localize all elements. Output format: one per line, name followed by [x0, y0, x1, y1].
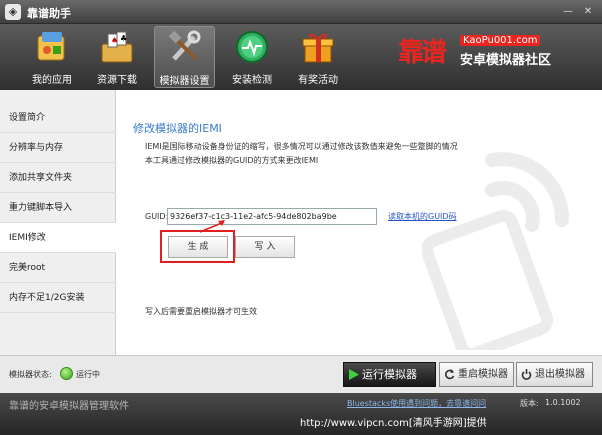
status-indicator-icon: [60, 367, 73, 380]
guid-label: GUID:: [145, 212, 169, 221]
sidebar-item-intro[interactable]: 设置简介: [0, 103, 116, 133]
restart-note: 写入后需要重启模拟器才可生效: [145, 307, 257, 316]
run-emulator-label: 运行模拟器: [362, 368, 417, 381]
page-heading: 修改模拟器的IEMI: [133, 122, 222, 135]
description-line: IEMI是国际移动设备身份证的缩写，很多情况可以通过修改该数值来避免一些蹩脚的情…: [145, 142, 458, 151]
install-check-icon: [236, 31, 268, 63]
version-value: 1.0.1002: [545, 398, 581, 407]
toolbar-label: 模拟器设置: [159, 76, 210, 87]
svg-text:♣: ♣: [120, 34, 127, 43]
sidebar-item-root[interactable]: 完美root: [0, 253, 116, 283]
sidebar-item-resolution[interactable]: 分辨率与内存: [0, 133, 116, 163]
my-apps-icon: [37, 32, 65, 61]
generate-button[interactable]: 生 成: [168, 236, 228, 258]
description-line: 本工具通过修改模拟器的GUID的方式来更改IEMI: [145, 156, 319, 165]
write-button[interactable]: 写 入: [235, 236, 295, 258]
footer: 靠谱的安卓模拟器管理软件 Bluestacks使用遇到问题，去靠谱问问 版本: …: [0, 393, 602, 435]
arrow-annotation-icon: [199, 220, 225, 233]
toolbar-label: 安装检测: [232, 75, 272, 86]
gift-icon: [302, 33, 334, 63]
footer-tagline: 靠谱的安卓模拟器管理软件: [9, 401, 129, 412]
play-icon: [349, 369, 359, 380]
emulator-status-value: 运行中: [76, 370, 100, 379]
site-watermark: http://www.vipcn.com[清风手游网]提供: [300, 418, 487, 429]
sidebar-item-shared-folder[interactable]: 添加共享文件夹: [0, 163, 116, 193]
version-label: 版本:: [520, 399, 539, 408]
quit-emulator-label: 退出模拟器: [535, 369, 585, 380]
read-guid-link[interactable]: 读取本机的GUID码: [388, 211, 457, 222]
run-emulator-button[interactable]: 运行模拟器: [343, 362, 436, 387]
toolbar-resource-download[interactable]: ♠ ♣ 资源下载: [87, 26, 147, 88]
toolbar-my-apps[interactable]: 我的应用: [22, 26, 82, 88]
help-link[interactable]: Bluestacks使用遇到问题，去靠谱问问: [347, 398, 486, 409]
description: IEMI是国际移动设备身份证的缩写，很多情况可以通过修改该数值来避免一些蹩脚的情…: [145, 140, 545, 168]
svg-text:♠: ♠: [111, 36, 118, 45]
quit-emulator-button[interactable]: 退出模拟器: [516, 362, 593, 387]
sidebar-item-iemi[interactable]: IEMI修改: [0, 223, 117, 253]
app-logo-icon: ◈: [5, 4, 21, 20]
resource-download-icon: ♠ ♣: [101, 31, 133, 63]
app-title: 靠谱助手: [27, 7, 71, 20]
brand-url: KaoPu001.com: [460, 35, 541, 46]
toolbar-rewards[interactable]: 有奖活动: [288, 26, 348, 88]
brand-subtitle: 安卓模拟器社区: [460, 53, 552, 68]
power-icon: [521, 369, 532, 380]
emulator-status-label: 模拟器状态:: [9, 370, 52, 379]
close-button[interactable]: ✕: [579, 4, 597, 20]
restart-icon: [445, 369, 455, 380]
toolbar-label: 资源下载: [97, 75, 137, 86]
toolbar-install-check[interactable]: 安装检测: [222, 26, 282, 88]
sidebar: 设置简介 分辨率与内存 添加共享文件夹 重力键脚本导入 IEMI修改 完美roo…: [0, 90, 117, 355]
sidebar-item-low-memory[interactable]: 内存不足1/2G安装: [0, 283, 116, 313]
content-panel: 修改模拟器的IEMI IEMI是国际移动设备身份证的缩写，很多情况可以通过修改该…: [116, 90, 602, 355]
title-bar: ◈ 靠谱助手 — ✕: [0, 0, 602, 24]
toolbar-label: 我的应用: [32, 75, 72, 86]
minimize-button[interactable]: —: [559, 4, 577, 20]
emulator-settings-icon: [168, 30, 200, 61]
restart-emulator-label: 重启模拟器: [458, 369, 508, 380]
toolbar-emulator-settings[interactable]: 模拟器设置: [154, 26, 215, 88]
status-bar: 模拟器状态: 运行中 运行模拟器 重启模拟器 退出模拟器: [0, 355, 602, 393]
restart-emulator-button[interactable]: 重启模拟器: [439, 362, 514, 387]
toolbar-label: 有奖活动: [298, 75, 338, 86]
sidebar-item-gravity-script[interactable]: 重力键脚本导入: [0, 193, 116, 223]
brand-name: 靠谱: [398, 38, 447, 68]
main-toolbar: 我的应用 ♠ ♣ 资源下载 模拟器设置 安装检测 有奖活动 靠谱 KaoPu001…: [0, 24, 602, 90]
